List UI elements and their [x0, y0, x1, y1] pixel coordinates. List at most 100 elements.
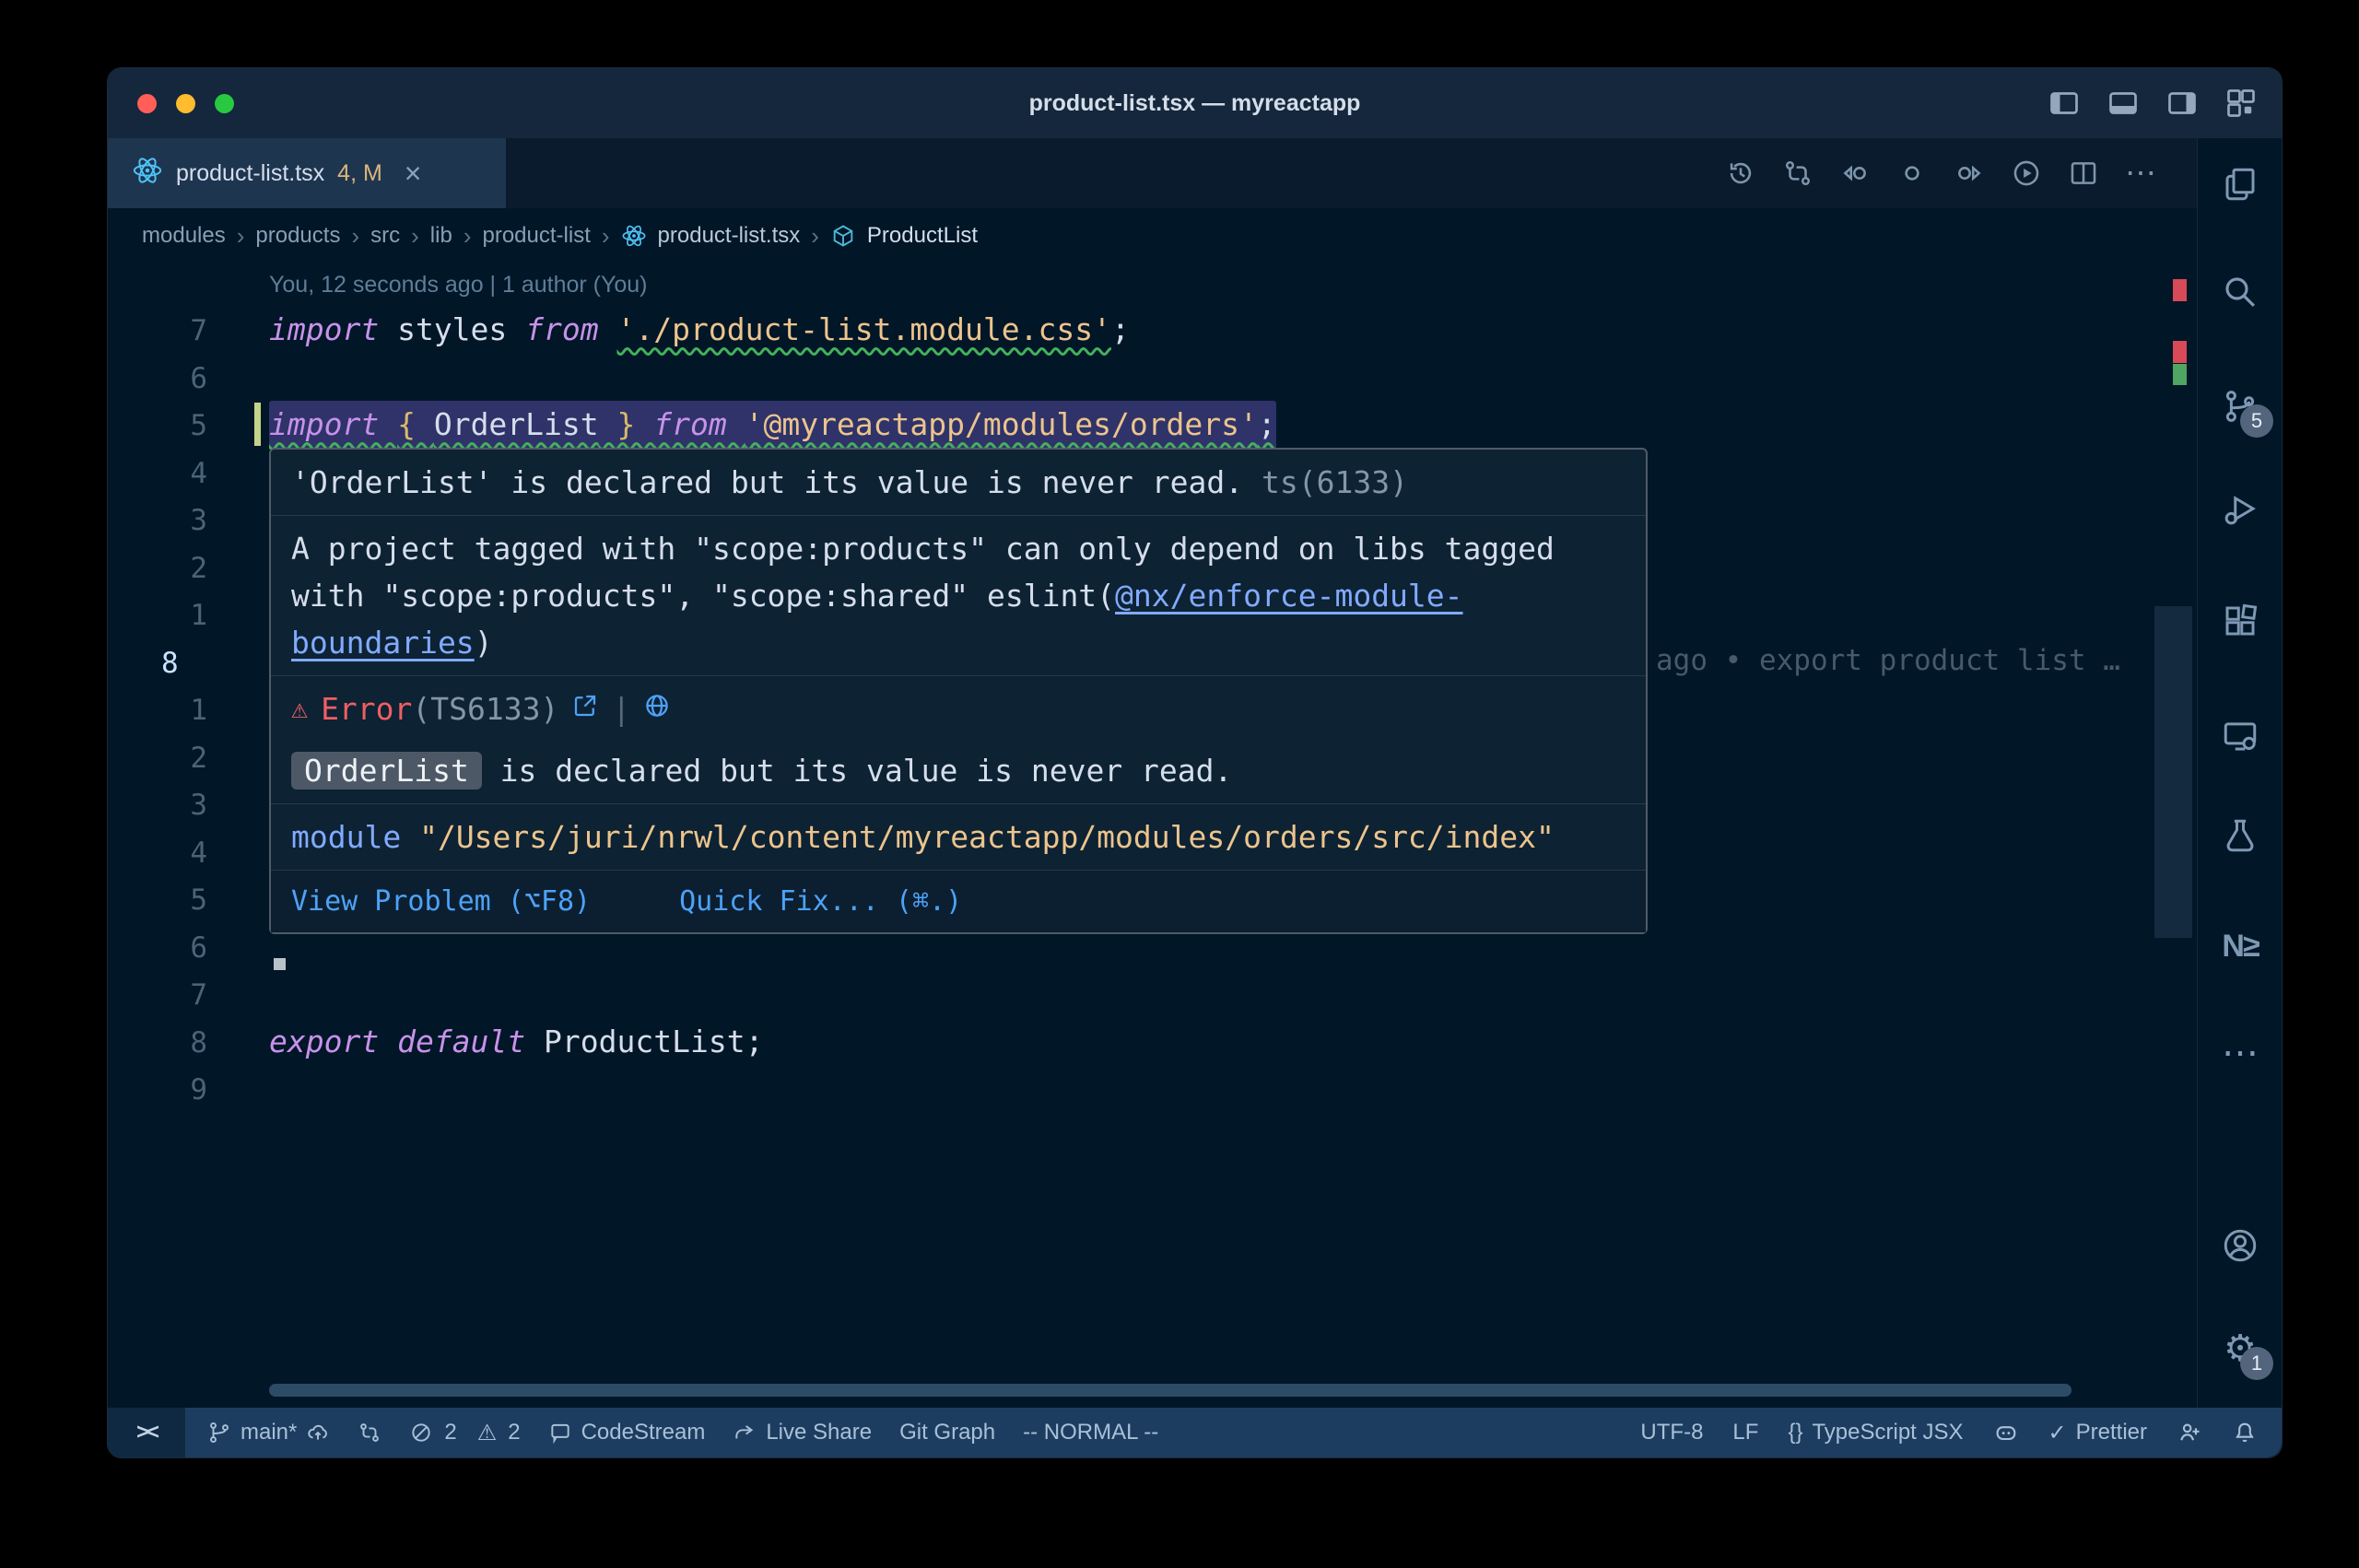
- code-line[interactable]: 9: [108, 1065, 2199, 1113]
- open-external-icon[interactable]: [571, 685, 599, 732]
- layout-sidebar-left-icon[interactable]: [2048, 87, 2081, 120]
- encoding-status[interactable]: UTF-8: [1640, 1420, 1703, 1445]
- feedback-icon[interactable]: [2177, 1420, 2202, 1445]
- compare-status-icon[interactable]: [358, 1421, 381, 1445]
- breadcrumb-symbol[interactable]: ProductList: [867, 223, 978, 249]
- zoom-window-button[interactable]: [215, 94, 234, 113]
- error-code: (TS6133): [412, 691, 558, 727]
- code-line[interactable]: 6: [108, 354, 2199, 402]
- code-line[interactable]: 7: [108, 970, 2199, 1018]
- error-label: Error: [321, 691, 412, 727]
- line-number[interactable]: 2: [108, 735, 207, 783]
- error-hover-tooltip: 'OrderList' is declared but its value is…: [269, 448, 1648, 934]
- notifications-bell-icon[interactable]: [2232, 1420, 2258, 1445]
- breadcrumb-item[interactable]: src: [370, 223, 400, 249]
- quick-fix-link[interactable]: Quick Fix... (⌘.): [679, 878, 962, 925]
- code-line[interactable]: 5 import { OrderList } from '@myreactapp/…: [108, 401, 2199, 449]
- chevron-right-icon: ›: [811, 222, 819, 251]
- search-icon[interactable]: [2198, 264, 2283, 320]
- references-icon[interactable]: [1896, 158, 1928, 189]
- line-number[interactable]: 8: [108, 1020, 207, 1068]
- customize-layout-icon[interactable]: [2224, 87, 2258, 120]
- line-number[interactable]: 2: [108, 545, 207, 593]
- branch-status[interactable]: main*: [207, 1420, 330, 1445]
- declaration-message: is declared but its value is never read.: [482, 753, 1233, 789]
- git-graph-status[interactable]: Git Graph: [899, 1420, 995, 1445]
- line-number[interactable]: 1: [108, 687, 207, 735]
- view-problem-link[interactable]: View Problem (⌥F8): [291, 878, 591, 925]
- line-number[interactable]: 1: [108, 592, 207, 640]
- horizontal-scrollbar[interactable]: [269, 1384, 2071, 1397]
- more-views-icon[interactable]: ⋯: [2198, 1025, 2283, 1081]
- hover-error-detail: ⚠ Error(TS6133) | OrderList is declared …: [271, 675, 1646, 803]
- problems-status[interactable]: 2 ⚠ 2: [409, 1420, 520, 1446]
- line-number[interactable]: 7: [108, 308, 207, 356]
- breadcrumb-item[interactable]: lib: [430, 223, 452, 249]
- breadcrumb-file[interactable]: product-list.tsx: [658, 223, 801, 249]
- copilot-status-icon[interactable]: [1993, 1420, 2019, 1445]
- vertical-scrollbar[interactable]: [2154, 606, 2192, 938]
- line-number[interactable]: 8: [161, 640, 207, 688]
- line-number[interactable]: 9: [108, 1067, 207, 1115]
- remote-indicator[interactable]: ><: [108, 1408, 185, 1457]
- titlebar: product-list.tsx — myreactapp: [108, 68, 2282, 138]
- line-number[interactable]: 3: [108, 782, 207, 830]
- eol-status[interactable]: LF: [1732, 1420, 1758, 1445]
- language-status[interactable]: {} TypeScript JSX: [1788, 1420, 1963, 1445]
- layout-panel-icon[interactable]: [2107, 87, 2140, 120]
- breadcrumb-item[interactable]: modules: [142, 223, 226, 249]
- line-number[interactable]: 5: [108, 403, 207, 451]
- symbol-cube-icon: [830, 223, 856, 249]
- testing-icon[interactable]: [2198, 808, 2283, 863]
- line-number[interactable]: 4: [108, 830, 207, 878]
- line-number[interactable]: 5: [108, 877, 207, 925]
- hover-actions: View Problem (⌥F8) Quick Fix... (⌘.): [271, 870, 1646, 932]
- error-circle-icon: [409, 1421, 433, 1445]
- live-share-status[interactable]: Live Share: [733, 1420, 872, 1445]
- tooltip-resize-grip[interactable]: [274, 958, 286, 970]
- run-debug-icon[interactable]: [2198, 482, 2283, 537]
- account-icon[interactable]: [2198, 1218, 2283, 1273]
- more-actions-icon[interactable]: ⋯: [2125, 155, 2156, 192]
- code-text: import { OrderList } from '@myreactapp/m…: [269, 401, 1276, 449]
- breadcrumb-item[interactable]: products: [255, 223, 340, 249]
- tab-close-icon[interactable]: ×: [405, 157, 422, 191]
- nx-console-icon[interactable]: N≥: [2198, 919, 2283, 974]
- code-text: export default ProductList;: [269, 1018, 763, 1066]
- codestream-status[interactable]: CodeStream: [548, 1420, 706, 1445]
- overview-ruler-error-mark: [2173, 279, 2187, 301]
- minimize-window-button[interactable]: [176, 94, 195, 113]
- breadcrumb-item[interactable]: product-list: [482, 223, 590, 249]
- braces-icon: {}: [1788, 1420, 1802, 1445]
- sync-cloud-icon: [306, 1421, 330, 1445]
- compare-changes-icon[interactable]: [1782, 158, 1813, 189]
- layout-sidebar-right-icon[interactable]: [2165, 87, 2199, 120]
- chevron-right-icon: ›: [411, 222, 419, 251]
- prettier-status[interactable]: ✓ Prettier: [2048, 1420, 2147, 1446]
- split-editor-icon[interactable]: [2068, 158, 2099, 189]
- line-number[interactable]: 7: [108, 972, 207, 1020]
- remote-explorer-icon[interactable]: [2198, 708, 2283, 764]
- settings-gear-icon[interactable]: ⚙ 1: [2198, 1321, 2283, 1376]
- peek-forward-icon[interactable]: [1954, 158, 1985, 189]
- run-file-icon[interactable]: [2011, 158, 2042, 189]
- line-number[interactable]: 6: [108, 356, 207, 404]
- explorer-icon[interactable]: [2198, 157, 2283, 212]
- globe-icon[interactable]: [643, 685, 671, 732]
- gitlens-codelens[interactable]: You, 12 seconds ago | 1 author (You): [269, 263, 648, 306]
- timeline-icon[interactable]: [1725, 158, 1756, 189]
- source-control-icon[interactable]: 5: [2198, 379, 2283, 434]
- extensions-icon[interactable]: [2198, 593, 2283, 649]
- ts-message-text: 'OrderList' is declared but its value is…: [291, 464, 1262, 500]
- code-line[interactable]: 8 export default ProductList;: [108, 1018, 2199, 1066]
- close-window-button[interactable]: [137, 94, 157, 113]
- peek-back-icon[interactable]: [1839, 158, 1871, 189]
- module-keyword: module: [291, 819, 419, 855]
- code-line[interactable]: 7import styles from './product-list.modu…: [108, 306, 2199, 354]
- line-number[interactable]: 6: [108, 925, 207, 973]
- line-number[interactable]: 4: [108, 451, 207, 498]
- line-number[interactable]: 3: [108, 497, 207, 545]
- react-icon: [621, 223, 647, 249]
- hover-module-path: module "/Users/juri/nrwl/content/myreact…: [271, 803, 1646, 870]
- tab-product-list[interactable]: product-list.tsx 4, M ×: [108, 138, 506, 208]
